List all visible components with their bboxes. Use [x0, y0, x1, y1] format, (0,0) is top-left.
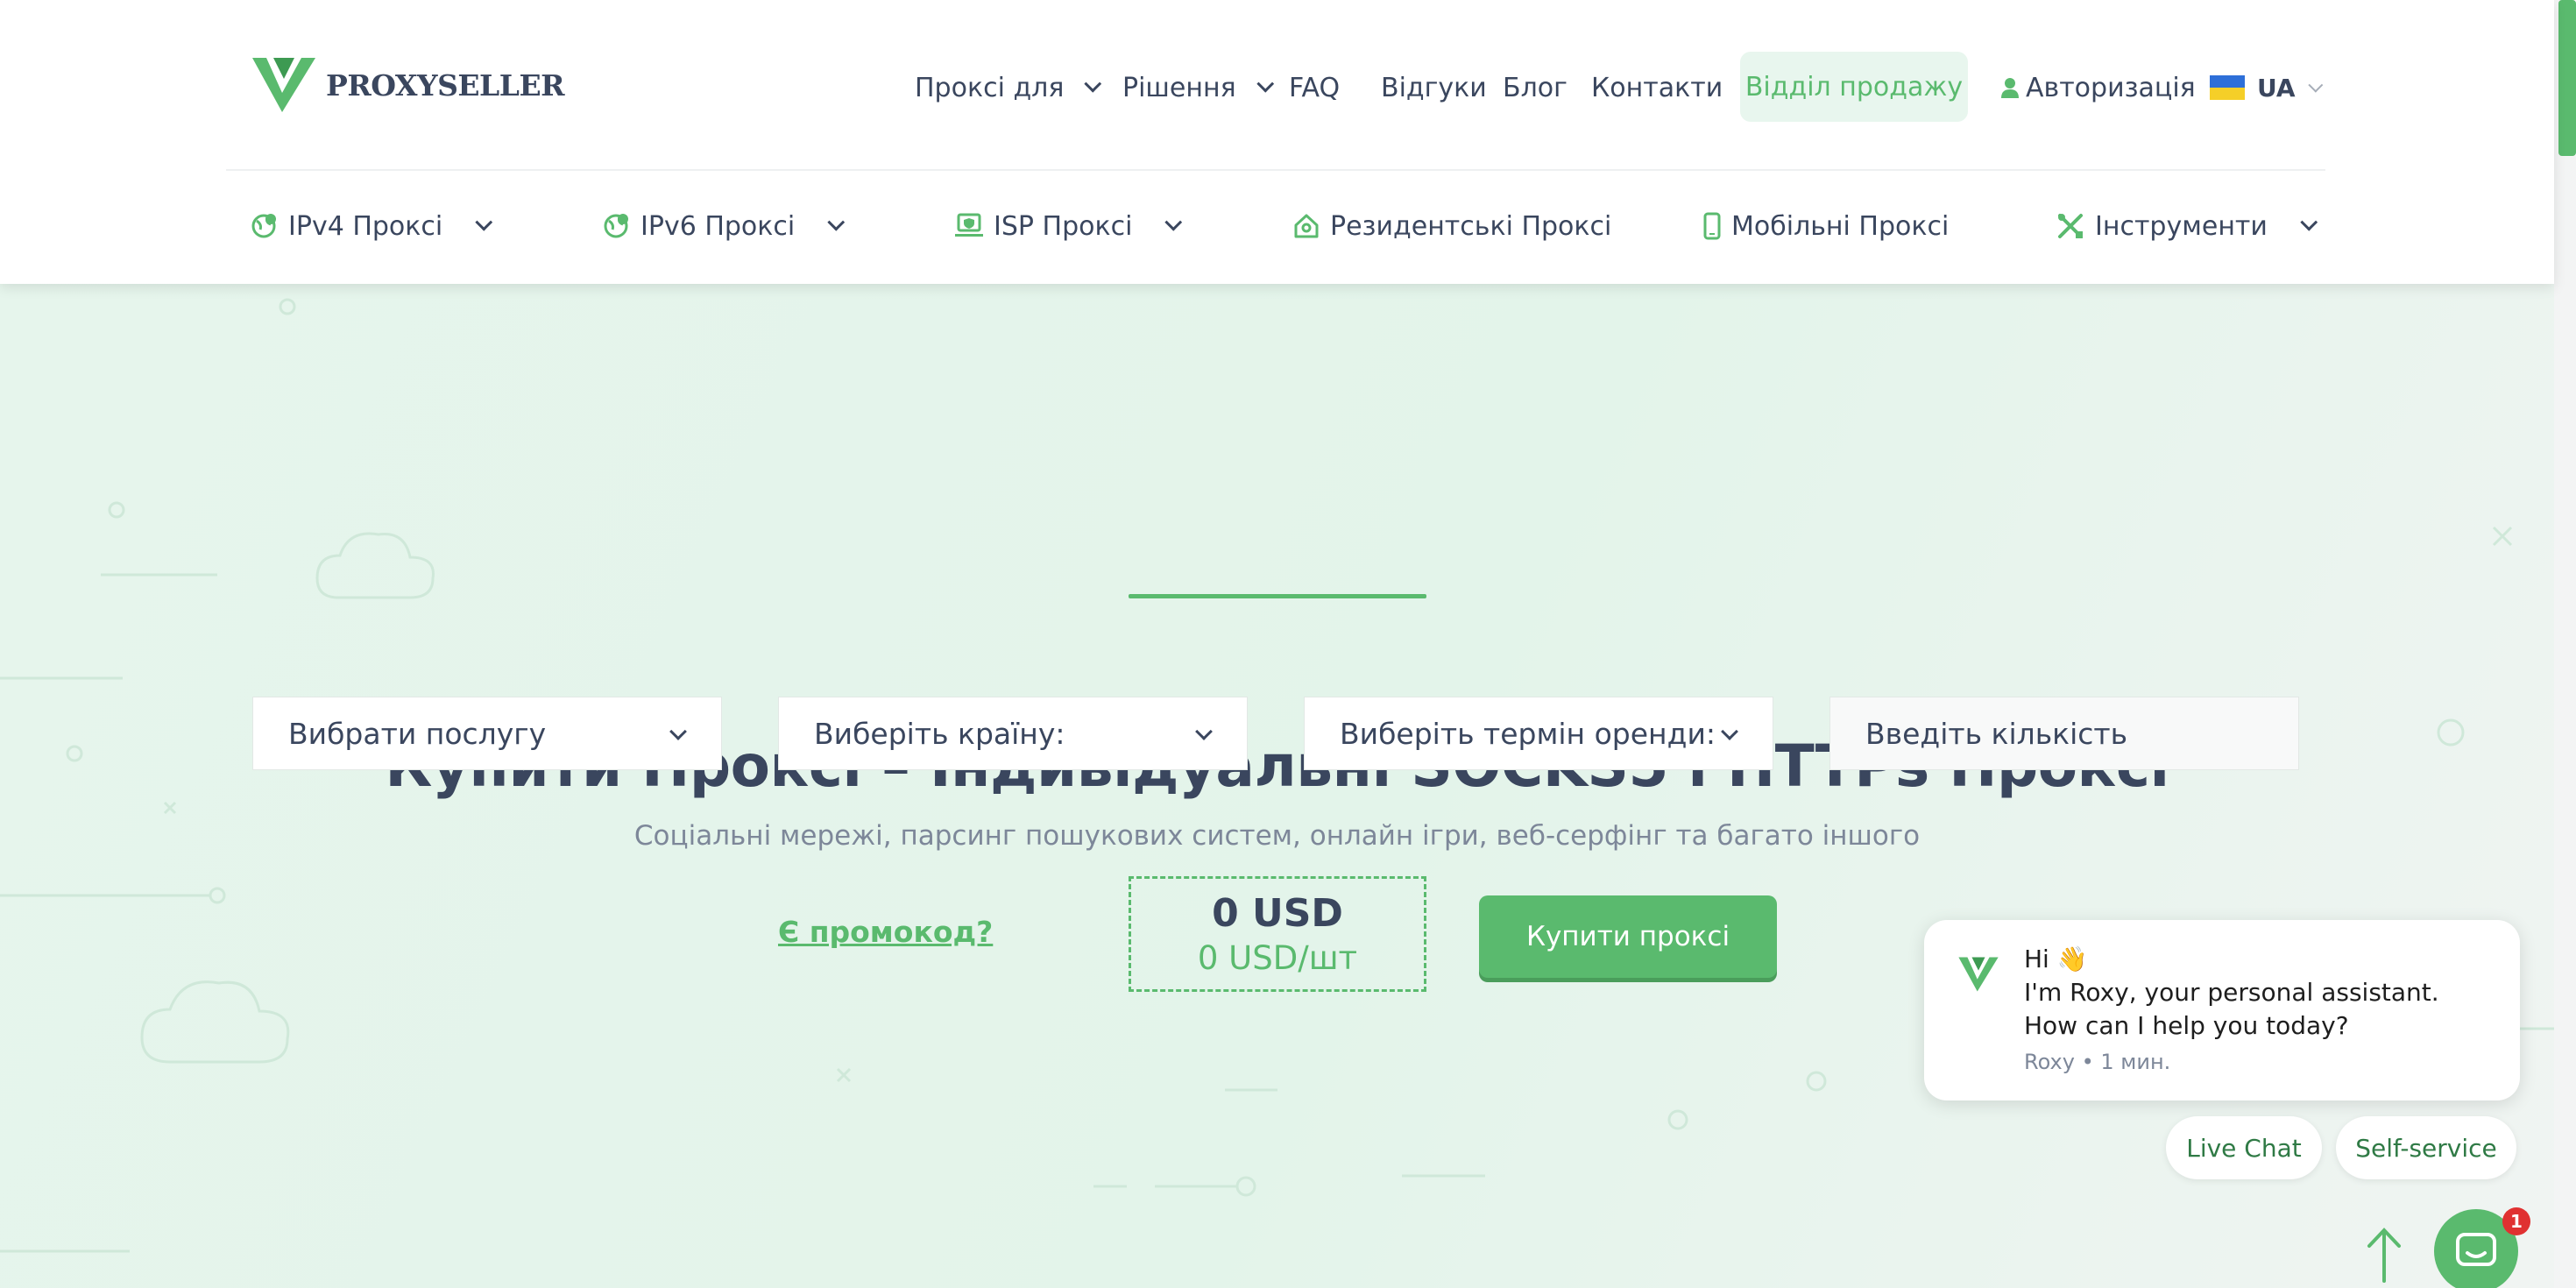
nav-item-reviews[interactable]: Відгуки: [1381, 61, 1487, 114]
subnav-item-ipv6[interactable]: IPv6 Проксі: [604, 198, 846, 254]
promo-code-link[interactable]: Є промокод?: [778, 915, 993, 949]
nav-item-label: Блог: [1503, 72, 1568, 103]
nav-item-label: Рішення: [1122, 72, 1236, 103]
chevron-down-icon: [1721, 723, 1738, 740]
chat-message-card[interactable]: Hi 👋 I'm Roxy, your personal assistant. …: [1924, 920, 2520, 1100]
scrollbar-track[interactable]: [2554, 0, 2576, 1288]
home-icon: [1294, 214, 1319, 238]
subnav-item-ipv4[interactable]: IPv4 Проксі: [251, 198, 493, 254]
chevron-down-icon: [475, 213, 493, 231]
nav-item-faq[interactable]: FAQ: [1289, 61, 1340, 114]
price-total: 0 USD: [1212, 891, 1343, 936]
globe-pin-icon: [604, 214, 628, 238]
login-label: Авторизація: [2026, 72, 2196, 103]
subnav-item-mobile[interactable]: Мобільні Проксі: [1703, 198, 1949, 254]
chat-meta: Roxy • 1 мин.: [2024, 1050, 2171, 1074]
scroll-to-top-icon[interactable]: [2364, 1227, 2404, 1283]
country-select-value: Виберіть країну:: [814, 716, 1065, 751]
chat-message-text: Hi 👋 I'm Roxy, your personal assistant. …: [2024, 943, 2439, 1043]
self-service-button[interactable]: Self-service: [2336, 1116, 2516, 1179]
chevron-down-icon: [1195, 723, 1213, 740]
ukraine-flag-icon: [2210, 75, 2245, 100]
chevron-down-icon: [1084, 74, 1102, 93]
product-navigation: IPv4 Проксі IPv6 Проксі ISP Проксі Резид…: [0, 198, 2554, 254]
service-select-value: Вибрати послугу: [288, 716, 547, 751]
subnav-item-label: IPv4 Проксі: [288, 210, 443, 242]
nav-item-label: FAQ: [1289, 72, 1341, 103]
user-icon: [2001, 78, 2019, 98]
rental-term-select-value: Виберіть термін оренди:: [1340, 716, 1716, 751]
chevron-down-icon: [2300, 213, 2318, 231]
live-chat-button[interactable]: Live Chat: [2166, 1116, 2322, 1179]
nav-item-blog[interactable]: Блог: [1503, 61, 1568, 114]
chevron-down-icon: [669, 723, 687, 740]
subnav-item-residential[interactable]: Резидентські Проксі: [1293, 198, 1611, 254]
unread-badge: 1: [2502, 1207, 2530, 1235]
nav-item-contacts[interactable]: Контакти: [1591, 61, 1723, 114]
country-select[interactable]: Виберіть країну:: [778, 697, 1248, 770]
tools-icon: [2058, 214, 2083, 238]
site-header: PROXYSELLER Проксі для Рішення FAQ Відгу…: [0, 0, 2554, 284]
subnav-item-label: IPv6 Проксі: [640, 210, 796, 242]
laptop-shield-icon: [955, 213, 983, 237]
language-code: UA: [2257, 73, 2296, 103]
subnav-item-label: ISP Проксі: [994, 210, 1133, 242]
service-select[interactable]: Вибрати послугу: [252, 697, 722, 770]
buy-proxy-button[interactable]: Купити проксі: [1479, 895, 1777, 978]
header-divider: [226, 169, 2325, 171]
subnav-item-label: Інструменти: [2095, 210, 2268, 242]
sales-department-button[interactable]: Відділ продажу: [1740, 52, 1968, 122]
chat-line-1: I'm Roxy, your personal assistant.: [2024, 978, 2439, 1007]
nav-item-solutions[interactable]: Рішення: [1122, 61, 1274, 114]
chat-avatar-icon: [1958, 957, 1999, 992]
smartphone-icon: [1703, 212, 1721, 240]
chat-bubble-icon: [2456, 1233, 2496, 1266]
page-subtitle: Соціальні мережі, парсинг пошукових сист…: [633, 820, 1921, 852]
chat-line-2: How can I help you today?: [2024, 1011, 2349, 1040]
nav-item-label: Контакти: [1591, 72, 1723, 103]
chevron-down-icon: [1164, 213, 1183, 231]
subnav-item-isp[interactable]: ISP Проксі: [955, 198, 1183, 254]
nav-item-proxy-for[interactable]: Проксі для: [915, 61, 1102, 114]
subnav-item-tools[interactable]: Інструменти: [2056, 198, 2318, 254]
price-summary: 0 USD 0 USD/шт: [1129, 876, 1426, 992]
rental-term-select[interactable]: Виберіть термін оренди:: [1304, 697, 1773, 770]
quantity-input[interactable]: [1829, 697, 2299, 770]
nav-item-label: Відгуки: [1381, 72, 1487, 103]
login-link[interactable]: Авторизація: [2001, 61, 2196, 114]
subnav-item-label: Резидентські Проксі: [1330, 210, 1612, 242]
scrollbar-thumb[interactable]: [2558, 0, 2576, 156]
chevron-down-icon: [827, 213, 846, 231]
chevron-down-icon: [1256, 74, 1274, 93]
nav-item-label: Проксі для: [915, 72, 1065, 103]
globe-pin-icon: [251, 214, 276, 238]
language-selector[interactable]: UA: [2210, 61, 2323, 114]
subnav-item-label: Мобільні Проксі: [1731, 210, 1950, 242]
title-underline: [1129, 594, 1426, 598]
price-per-unit: 0 USD/шт: [1197, 939, 1358, 977]
chat-greeting: Hi 👋: [2024, 945, 2088, 973]
